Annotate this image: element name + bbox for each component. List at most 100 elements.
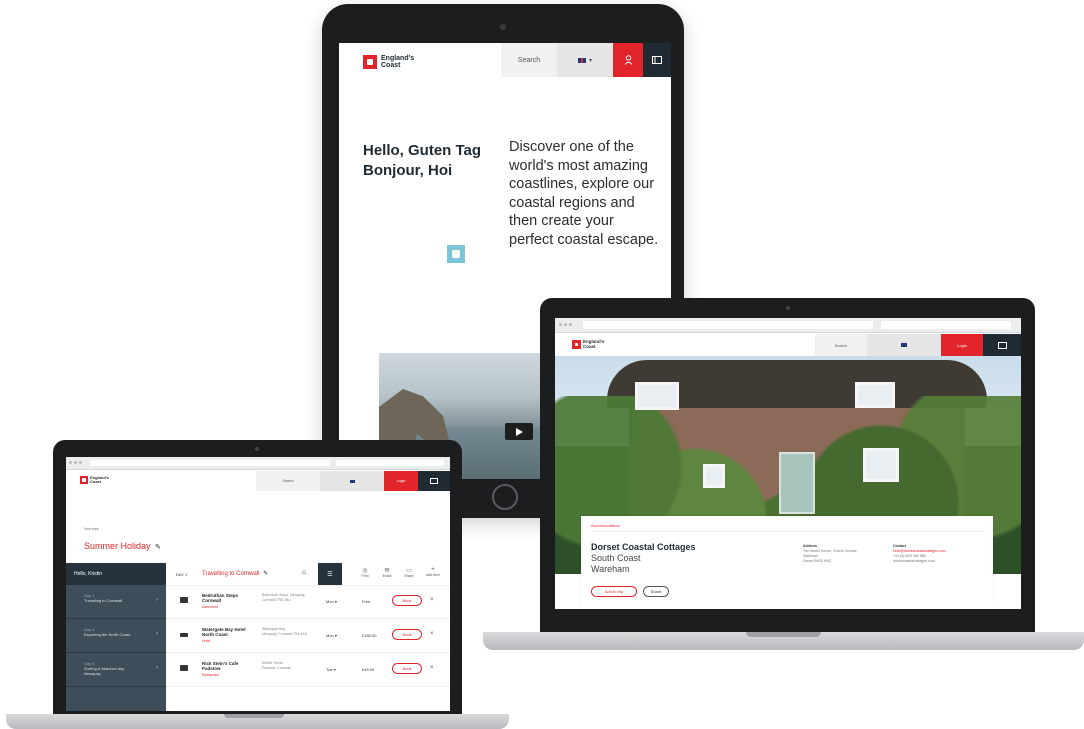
day-title-text: Travelling to Cornwall <box>202 571 260 577</box>
brand-line-2: Coast <box>90 479 102 484</box>
brand-name[interactable]: England's Coast <box>583 339 604 349</box>
email-icon: ✉ <box>384 568 390 574</box>
search-button[interactable]: Search <box>815 334 867 356</box>
row-date-select[interactable]: Tue ▾ <box>326 667 336 672</box>
add-to-trip-button[interactable]: Add to trip <box>591 586 637 597</box>
address-block: Address The Manor House, Church Knowle W… <box>803 544 857 564</box>
chevron-right-icon: › <box>156 597 158 603</box>
login-label: Login <box>957 342 967 348</box>
window-close-icon[interactable] <box>559 323 562 326</box>
chevron-right-icon: › <box>156 665 158 671</box>
edit-pencil-icon[interactable]: ✎ <box>155 544 161 551</box>
itinerary-row: Rick Stein's Cafe Padstow Restaurant Midd… <box>166 653 450 687</box>
row-address-line: Cornwall TR8 4BU <box>262 598 291 602</box>
language-selector[interactable] <box>320 471 384 491</box>
tablet-camera <box>500 24 506 30</box>
sidebar-item-label: Newquay <box>84 671 101 676</box>
sidebar-item-day-3[interactable]: Day 3 Surfing & beaches day Newquay › <box>66 653 166 687</box>
row-address: Watergate Bay, Newquay, Cornwall TR8 4AA <box>262 627 322 637</box>
trip-panel-button[interactable] <box>643 43 671 77</box>
book-button[interactable]: Book <box>392 663 422 674</box>
lock-icon[interactable]: ⌂ <box>302 569 306 576</box>
edit-pencil-icon[interactable]: ✎ <box>263 571 268 577</box>
panel-icon <box>652 56 662 64</box>
remove-icon[interactable]: × <box>430 665 434 671</box>
brand-logo-icon[interactable] <box>572 340 581 349</box>
search-label: Search <box>517 56 541 64</box>
listing-title: Dorset Coastal Cottages <box>591 542 696 552</box>
user-button[interactable] <box>613 43 643 77</box>
laptop-left-screen: England's Coast Search Login Your trips … <box>66 457 450 711</box>
row-price: Free <box>362 599 371 604</box>
add-item-button[interactable]: + Add item <box>422 567 444 577</box>
itinerary-row: Watergate Bay Hotel North Coast Hotel Wat… <box>166 619 450 653</box>
sidebar-item-day-1[interactable]: Day 1 Travelling to Cornwall › <box>66 585 166 619</box>
laptop-camera <box>786 306 790 310</box>
brand-logo-icon[interactable] <box>363 55 377 69</box>
row-title[interactable]: Watergate Bay Hotel North Coast <box>202 627 260 637</box>
row-date-select[interactable]: Mon ▾ <box>326 599 337 604</box>
play-button[interactable] <box>505 423 533 440</box>
search-button[interactable]: Search <box>501 43 557 77</box>
address-bar[interactable] <box>583 321 873 329</box>
hero-body: Discover one of the world's most amazing… <box>509 139 659 248</box>
brand-line-1: England's <box>381 55 415 62</box>
email-button[interactable]: ✉ Email <box>378 567 396 578</box>
share-label: Share <box>650 589 662 594</box>
chevron-right-icon: › <box>156 631 158 637</box>
row-date-select[interactable]: Mon ▾ <box>326 633 337 638</box>
trip-title[interactable]: Summer Holiday ✎ <box>84 541 161 551</box>
tablet-header: England's Coast Search ▾ <box>339 43 671 77</box>
search-bar[interactable] <box>881 321 1011 329</box>
sidebar-item-day-2[interactable]: Day 2 Exploring the North Coast › <box>66 619 166 653</box>
window-maximize-icon[interactable] <box>79 461 82 464</box>
day-label: DAY 1 <box>176 572 188 577</box>
brand-name[interactable]: England's Coast <box>90 476 109 484</box>
row-title-line: North Coast <box>202 632 228 637</box>
address-bar[interactable] <box>90 460 330 466</box>
window-close-icon[interactable] <box>69 461 72 464</box>
print-button[interactable]: ◎ Print <box>356 567 374 578</box>
login-button[interactable]: Login <box>941 334 983 356</box>
list-view-button[interactable]: ☰ <box>318 563 342 585</box>
window-maximize-icon[interactable] <box>569 323 572 326</box>
address-line: Dorset BH20 5NQ <box>803 559 832 563</box>
search-button[interactable]: Search <box>256 471 320 491</box>
book-label: Book <box>402 632 412 637</box>
car-icon <box>180 597 188 603</box>
car-icon <box>180 665 188 671</box>
remove-icon[interactable]: × <box>430 597 434 603</box>
window-minimize-icon[interactable] <box>564 323 567 326</box>
brand-line-2: Coast <box>583 343 596 349</box>
share-button[interactable]: ▭ Share <box>400 567 418 578</box>
uk-flag-icon <box>577 57 586 63</box>
language-selector[interactable] <box>867 334 941 356</box>
brand-name[interactable]: England's Coast <box>381 55 414 69</box>
login-button[interactable]: Login <box>384 471 418 491</box>
row-title-line: Cornwall <box>202 598 222 603</box>
brand-logo-icon[interactable] <box>80 476 88 484</box>
language-selector[interactable]: ▾ <box>557 43 613 77</box>
search-bar[interactable] <box>336 460 444 466</box>
scroll-indicator-icon[interactable] <box>447 245 465 263</box>
day-title[interactable]: Travelling to Cornwall ✎ <box>202 570 268 577</box>
list-icon: ☰ <box>327 571 333 578</box>
row-title[interactable]: Bedruthan Steps Cornwall <box>202 593 260 603</box>
share-icon: ▭ <box>406 568 412 574</box>
row-price: £45.00 <box>362 667 375 672</box>
remove-icon[interactable]: × <box>430 631 434 637</box>
trip-panel-button[interactable] <box>418 471 450 491</box>
play-icon <box>515 427 523 436</box>
trip-panel-button[interactable] <box>983 334 1021 356</box>
share-button[interactable]: Share <box>643 586 669 597</box>
row-address: Middle Street, Padstow, Cornwall <box>262 661 322 671</box>
window-minimize-icon[interactable] <box>74 461 77 464</box>
book-button[interactable]: Book <box>392 629 422 640</box>
listing-subtitle-town: Wareham <box>591 564 630 574</box>
print-icon: ◎ <box>362 568 368 574</box>
sidebar-item-label: Travelling to Cornwall <box>84 598 123 603</box>
contact-website-link[interactable]: dorsetcoastalcottages.com <box>893 559 946 564</box>
book-button[interactable]: Book <box>392 595 422 606</box>
photo-window <box>635 382 679 410</box>
row-title[interactable]: Rick Stein's Cafe Padstow <box>202 661 260 671</box>
